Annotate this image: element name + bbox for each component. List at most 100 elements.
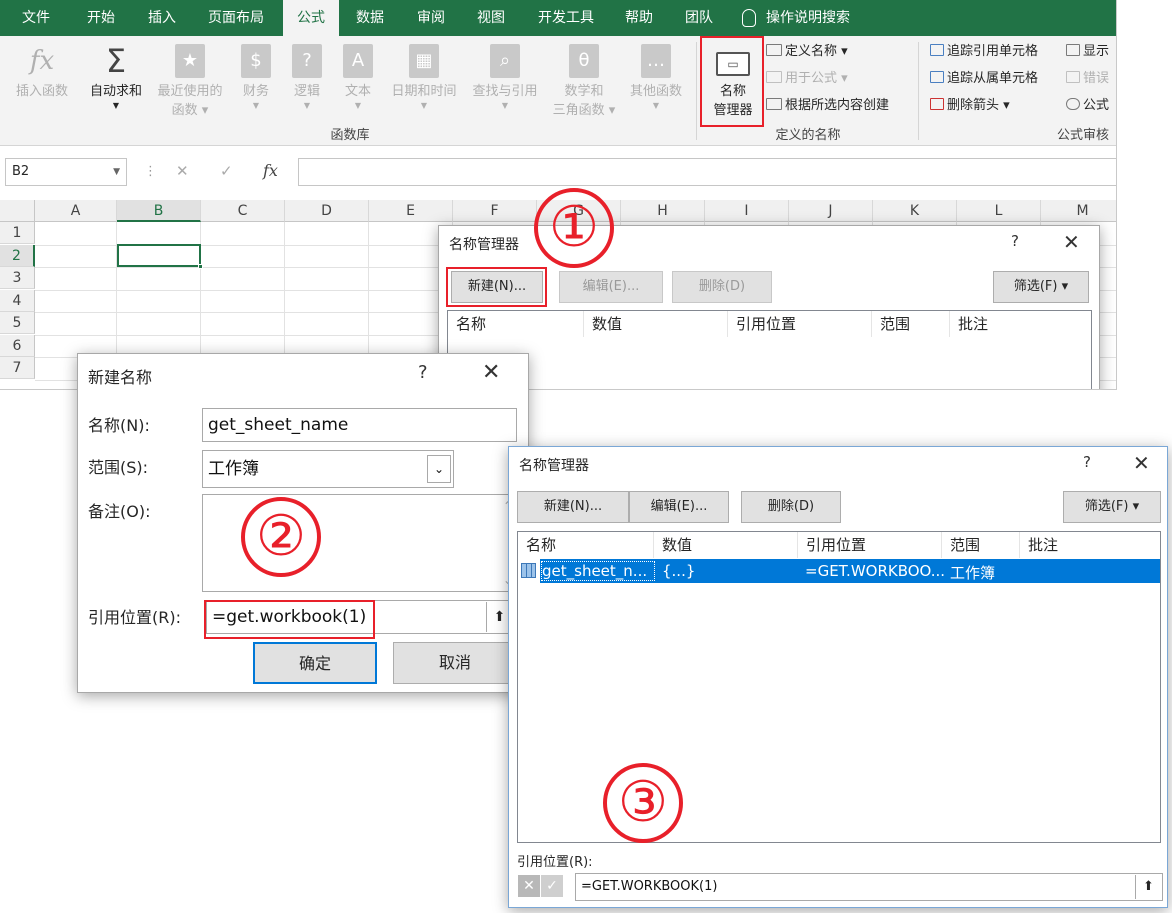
close-icon[interactable]: ✕ xyxy=(1133,451,1150,475)
enter-check-icon[interactable]: ✓ xyxy=(220,162,233,180)
row-header[interactable]: 2 xyxy=(0,244,35,267)
tab-team[interactable]: 团队 xyxy=(673,0,725,36)
tab-view[interactable]: 视图 xyxy=(465,0,517,36)
error-checking-button[interactable]: 错误 xyxy=(1066,69,1109,89)
chevron-down-icon[interactable]: ⌄ xyxy=(427,455,451,483)
edit-button[interactable]: 编辑(E)... xyxy=(559,271,663,303)
insert-function-button[interactable]: fx 插入函数 xyxy=(10,44,74,101)
tag-icon xyxy=(766,44,782,56)
collapse-dialog-icon[interactable]: ⬆ xyxy=(1135,875,1161,899)
tab-page-layout[interactable]: 页面布局 xyxy=(198,0,274,36)
col-comment[interactable]: 批注 xyxy=(1020,532,1160,558)
row-header[interactable]: 1 xyxy=(0,222,35,244)
cancel-icon[interactable]: ✕ xyxy=(176,162,189,180)
delete-button[interactable]: 删除(D) xyxy=(672,271,772,303)
evaluate-formula-button[interactable]: 公式 xyxy=(1066,96,1109,116)
new-button[interactable]: 新建(N)... xyxy=(517,491,629,523)
text-button[interactable]: A 文本 ▼ xyxy=(338,44,378,111)
col-refers-to[interactable]: 引用位置 xyxy=(728,311,872,337)
scope-select[interactable]: 工作簿 ⌄ xyxy=(202,450,454,488)
close-icon[interactable]: ✕ xyxy=(1063,230,1080,254)
tab-home[interactable]: 开始 xyxy=(72,0,130,36)
name-input[interactable]: get_sheet_name xyxy=(202,408,517,442)
col-value[interactable]: 数值 xyxy=(584,311,728,337)
show-formulas-button[interactable]: 显示 xyxy=(1066,42,1109,62)
remove-arrows-button[interactable]: 删除箭头 ▾ xyxy=(930,96,1010,116)
column-header[interactable]: F xyxy=(453,200,537,222)
column-header[interactable]: I xyxy=(705,200,789,222)
name-box[interactable]: B2 ▼ xyxy=(5,158,127,186)
tell-me-search[interactable]: 操作说明搜索 xyxy=(766,0,866,36)
column-header[interactable]: D xyxy=(285,200,369,222)
column-header[interactable]: L xyxy=(957,200,1041,222)
column-header[interactable]: B xyxy=(117,200,201,222)
more-functions-button[interactable]: … 其他函数 ▼ xyxy=(624,44,688,111)
tab-file[interactable]: 文件 xyxy=(8,0,64,36)
tab-help[interactable]: 帮助 xyxy=(613,0,665,36)
col-scope[interactable]: 范围 xyxy=(942,532,1020,558)
filter-button[interactable]: 筛选(F) ▾ xyxy=(1063,491,1161,523)
col-name[interactable]: 名称 xyxy=(448,311,584,337)
datetime-button[interactable]: ▦ 日期和时间 ▼ xyxy=(386,44,462,111)
trace-dependents-icon xyxy=(930,71,944,83)
row-header[interactable]: 7 xyxy=(0,357,35,379)
insert-function-fx-icon[interactable]: fx xyxy=(263,161,278,180)
column-header[interactable]: C xyxy=(201,200,285,222)
math-trig-button[interactable]: θ 数学和 三角函数 ▾ xyxy=(546,44,622,120)
filter-button[interactable]: 筛选(F) ▾ xyxy=(993,271,1089,303)
column-header[interactable]: M xyxy=(1041,200,1116,222)
refers-to-input[interactable]: =GET.WORKBOOK(1) xyxy=(575,873,1163,901)
financial-button[interactable]: $ 财务 ▼ xyxy=(234,44,278,111)
create-from-selection-button[interactable]: 根据所选内容创建 xyxy=(766,96,889,116)
use-in-formula-button[interactable]: 用于公式 ▾ xyxy=(766,69,848,89)
tab-review[interactable]: 审阅 xyxy=(405,0,457,36)
col-name[interactable]: 名称 xyxy=(518,532,654,558)
calendar-book-icon: ▦ xyxy=(409,44,439,78)
trace-dependents-button[interactable]: 追踪从属单元格 xyxy=(930,69,1038,89)
column-header[interactable]: J xyxy=(789,200,873,222)
row-header[interactable]: 6 xyxy=(0,334,35,357)
col-value[interactable]: 数值 xyxy=(654,532,798,558)
logical-button[interactable]: ? 逻辑 ▼ xyxy=(287,44,327,111)
help-icon[interactable]: ? xyxy=(418,362,428,383)
edit-button[interactable]: 编辑(E)... xyxy=(629,491,729,523)
row-header[interactable]: 5 xyxy=(0,312,35,334)
delete-button[interactable]: 删除(D) xyxy=(741,491,841,523)
col-comment[interactable]: 批注 xyxy=(950,311,1090,337)
chevron-down-icon: ▼ xyxy=(652,101,660,110)
lookup-button[interactable]: ⌕ 查找与引用 ▼ xyxy=(466,44,544,111)
cancel-button[interactable]: 取消 xyxy=(393,642,517,684)
formula-input[interactable] xyxy=(298,158,1116,186)
tab-data[interactable]: 数据 xyxy=(345,0,395,36)
tab-developer[interactable]: 开发工具 xyxy=(528,0,604,36)
col-refers-to[interactable]: 引用位置 xyxy=(798,532,942,558)
chevron-down-icon[interactable]: ▼ xyxy=(113,159,120,185)
column-header[interactable]: E xyxy=(369,200,453,222)
autosum-button[interactable]: Σ 自动求和 ▼ xyxy=(84,44,148,111)
cancel-x-icon[interactable]: ✕ xyxy=(518,875,540,897)
error-check-icon xyxy=(1066,71,1080,83)
col-scope[interactable]: 范围 xyxy=(872,311,950,337)
column-header[interactable]: K xyxy=(873,200,957,222)
scope-label: 范围(S): xyxy=(88,458,149,477)
help-icon[interactable]: ? xyxy=(1083,453,1091,471)
confirm-check-icon[interactable]: ✓ xyxy=(541,875,563,897)
tab-formulas[interactable]: 公式 xyxy=(283,0,339,36)
selected-cell-b2[interactable] xyxy=(117,244,201,267)
trace-precedents-button[interactable]: 追踪引用单元格 xyxy=(930,42,1038,62)
fill-handle[interactable] xyxy=(198,264,203,269)
recently-used-button[interactable]: ★ 最近使用的 函数 ▾ xyxy=(150,44,230,120)
define-name-button[interactable]: 定义名称 ▾ xyxy=(766,42,848,62)
column-header[interactable]: A xyxy=(35,200,117,222)
row-header[interactable]: 4 xyxy=(0,289,35,312)
column-header[interactable]: H xyxy=(621,200,705,222)
ok-button[interactable]: 确定 xyxy=(253,642,377,684)
tab-insert[interactable]: 插入 xyxy=(134,0,190,36)
grid-tag-icon xyxy=(766,98,782,110)
close-icon[interactable]: ✕ xyxy=(482,360,500,385)
row-header[interactable]: 3 xyxy=(0,267,35,289)
select-all-corner[interactable] xyxy=(0,200,35,222)
datetime-label: 日期和时间 xyxy=(391,84,457,99)
help-icon[interactable]: ? xyxy=(1011,232,1019,250)
names-list[interactable]: 名称 数值 引用位置 范围 批注 xyxy=(447,310,1092,389)
